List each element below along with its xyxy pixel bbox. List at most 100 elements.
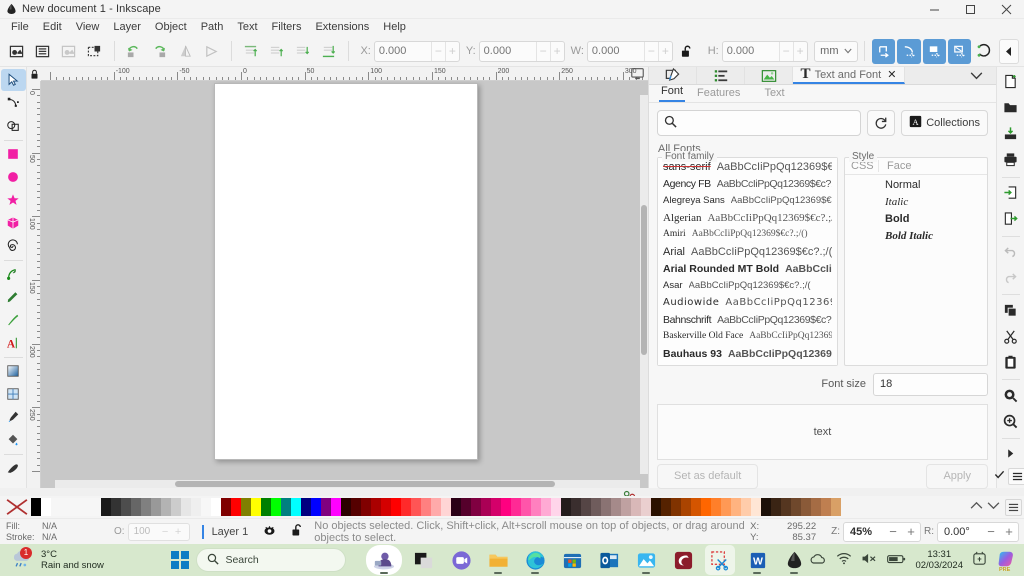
palette-swatch[interactable] [801, 498, 811, 516]
palette-swatch[interactable] [301, 498, 311, 516]
palette-swatch[interactable] [531, 498, 541, 516]
menu-layer[interactable]: Layer [106, 19, 148, 36]
palette-swatch[interactable] [501, 498, 511, 516]
width-field-increment[interactable]: + [657, 41, 672, 61]
menu-file[interactable]: File [4, 19, 36, 36]
fill-stroke-indicator[interactable]: Fill: N/A Stroke: N/A [0, 521, 92, 543]
volume-muted-icon[interactable] [861, 552, 878, 568]
3dbox-tool[interactable] [1, 212, 26, 234]
font-family-item[interactable]: Algerian AaBbCcIiPpQq12369$€c?.;/() [658, 212, 837, 229]
font-family-item[interactable]: Asar AaBbCcIiPpQq12369$€c?.;/( [658, 280, 837, 297]
palette-swatch[interactable] [381, 498, 391, 516]
palette-swatch[interactable] [511, 498, 521, 516]
rotate-ccw-button[interactable]: − [982, 524, 1000, 539]
overflow-icon[interactable] [999, 442, 1023, 466]
chevron-down-icon[interactable] [956, 67, 996, 84]
eye-icon[interactable] [262, 524, 277, 540]
font-search-field[interactable] [682, 117, 855, 129]
menu-help[interactable]: Help [376, 19, 413, 36]
display-icon[interactable] [631, 68, 644, 83]
y-field-decrement[interactable]: − [535, 41, 550, 61]
rotate-ccw-90-icon[interactable] [122, 39, 146, 64]
width-field-input[interactable] [587, 45, 644, 57]
x-field[interactable]: − + [373, 40, 460, 62]
palette-swatch[interactable] [521, 498, 531, 516]
palette-swatch[interactable] [281, 498, 291, 516]
collections-button[interactable]: A Collections [901, 110, 988, 136]
select-all-layers-icon[interactable] [31, 39, 55, 64]
mesh-tool[interactable] [1, 383, 26, 405]
print-document-icon[interactable] [999, 148, 1023, 172]
set-as-default-button[interactable]: Set as default [657, 463, 759, 489]
spiral-tool[interactable] [1, 235, 26, 257]
raise-icon[interactable] [265, 39, 289, 64]
selector-tool[interactable] [0, 69, 26, 91]
subtab-text[interactable]: Text [762, 87, 796, 102]
palette-swatches[interactable] [31, 498, 968, 516]
palette-swatch[interactable] [681, 498, 691, 516]
photos-app[interactable] [631, 545, 661, 575]
horizontal-ruler[interactable]: -100 -50 0 50 100 150 200 250 300 [27, 67, 648, 81]
palette-swatch[interactable] [351, 498, 361, 516]
lower-icon[interactable] [291, 39, 315, 64]
copilot-icon[interactable]: PRE [996, 549, 1016, 573]
zoom-field[interactable] [844, 525, 884, 538]
tab-text-and-font[interactable]: T Text and Font ✕ [793, 67, 905, 84]
palette-swatch[interactable] [431, 498, 441, 516]
tab-export[interactable] [745, 67, 793, 84]
open-document-icon[interactable] [999, 96, 1023, 120]
font-family-item[interactable]: Bauhaus 93 AaBbCcIiPpQq12369$€c?.;/() [658, 348, 837, 365]
palette-swatch[interactable] [451, 498, 461, 516]
snap-bbox-icon[interactable] [872, 38, 896, 64]
word-app[interactable]: W [742, 545, 772, 575]
palette-swatch[interactable] [121, 498, 131, 516]
teams-app[interactable] [446, 545, 476, 575]
deselect-icon[interactable] [57, 39, 81, 64]
palette-swatch[interactable] [391, 498, 401, 516]
height-field-input[interactable] [722, 45, 779, 57]
palette-swatch[interactable] [41, 498, 51, 516]
rotation-field[interactable] [938, 525, 982, 538]
palette-swatch[interactable] [491, 498, 501, 516]
palette-swatch[interactable] [211, 498, 221, 516]
palette-menu-icon[interactable] [1004, 498, 1022, 516]
calligraphy-tool[interactable] [1, 309, 26, 331]
y-field[interactable]: − + [478, 40, 565, 62]
close-button[interactable] [988, 0, 1024, 19]
font-style-item[interactable]: Normal [845, 179, 987, 196]
palette-swatch[interactable] [131, 498, 141, 516]
snipping-tool-app[interactable] [705, 545, 736, 575]
collapse-left-icon[interactable] [998, 38, 1020, 64]
onedrive-icon[interactable] [809, 552, 827, 568]
palette-swatch[interactable] [371, 498, 381, 516]
palette-swatch[interactable] [61, 498, 71, 516]
font-family-item[interactable]: Arial AaBbCcIiPpQq12369$€c?.;/() [658, 246, 837, 263]
palette-swatch[interactable] [181, 498, 191, 516]
palette-swatch[interactable] [191, 498, 201, 516]
lock-open-icon[interactable] [680, 44, 694, 59]
palette-swatch[interactable] [71, 498, 81, 516]
palette-swatch[interactable] [761, 498, 771, 516]
palette-swatch[interactable] [621, 498, 631, 516]
palette-swatch[interactable] [311, 498, 321, 516]
apply-button[interactable]: Apply [926, 463, 988, 489]
palette-swatch[interactable] [401, 498, 411, 516]
palette-swatch[interactable] [661, 498, 671, 516]
scrollbar-thumb[interactable] [641, 205, 647, 355]
scrollbar-thumb[interactable] [175, 481, 555, 487]
height-field-decrement[interactable]: − [778, 41, 793, 61]
weather-widget[interactable]: 1 3°C Rain and snow [0, 546, 171, 573]
font-family-item[interactable]: Amiri AaBbCcIiPpQq12369$€c?.;/() [658, 229, 837, 246]
chevron-down-icon[interactable] [987, 501, 1000, 513]
zoom-input[interactable]: − + [843, 521, 921, 542]
text-tool[interactable]: A [1, 332, 26, 354]
lower-to-bottom-icon[interactable] [317, 39, 341, 64]
font-family-item[interactable]: Alegreya Sans AaBbCcIiPpQq12369$€c?.;/() [658, 195, 837, 212]
palette-swatch[interactable] [441, 498, 451, 516]
palette-swatch[interactable] [141, 498, 151, 516]
palette-swatch[interactable] [241, 498, 251, 516]
vertical-ruler[interactable]: 0 50 100 150 200 250 [27, 81, 41, 488]
zoom-in-button[interactable]: + [902, 524, 920, 539]
document-page[interactable] [214, 83, 478, 460]
palette-swatch[interactable] [91, 498, 101, 516]
